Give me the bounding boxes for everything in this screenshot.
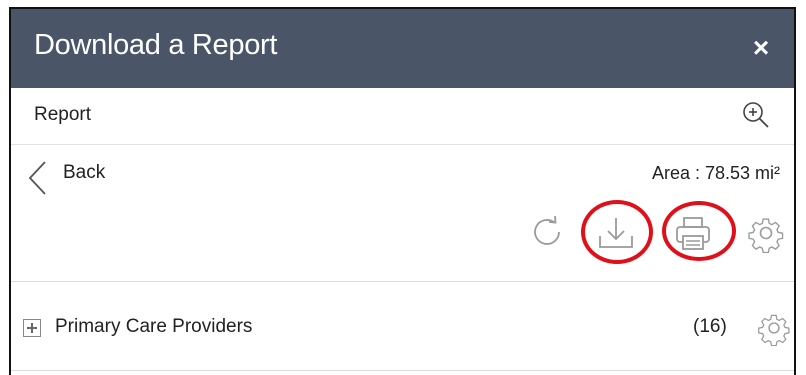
report-actions-toolbar	[11, 200, 794, 282]
list-item[interactable]: Primary Care Providers (16)	[11, 282, 794, 371]
zoom-in-icon[interactable]	[740, 99, 772, 131]
refresh-icon[interactable]	[528, 213, 566, 251]
panel-title: Download a Report	[34, 29, 278, 61]
area-readout: Area : 78.53 mi²	[651, 163, 780, 183]
report-subheader: Report	[11, 88, 794, 145]
back-row: Back Area : 78.53 mi²	[11, 146, 794, 206]
expand-icon[interactable]	[23, 319, 41, 337]
panel-header: Download a Report ×	[11, 9, 794, 88]
settings-icon[interactable]	[756, 310, 792, 346]
chevron-left-icon[interactable]	[26, 158, 48, 198]
print-highlight-circle	[662, 201, 736, 261]
subheader-title: Report	[34, 104, 92, 125]
report-panel: Download a Report × Report Back Area : 7…	[9, 7, 796, 375]
back-link[interactable]: Back	[63, 162, 105, 184]
list-item-count: (16)	[693, 316, 727, 337]
download-highlight-circle	[581, 200, 653, 264]
settings-icon[interactable]	[746, 213, 786, 253]
close-button[interactable]: ×	[746, 33, 776, 63]
list-item-label: Primary Care Providers	[55, 316, 253, 337]
